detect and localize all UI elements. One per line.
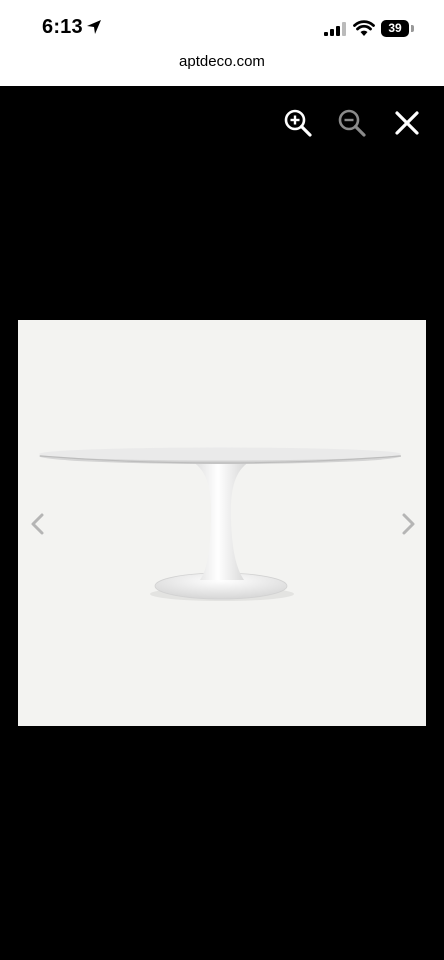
battery-indicator: 39 xyxy=(381,20,415,37)
battery-level: 39 xyxy=(388,21,402,35)
zoom-in-icon[interactable] xyxy=(283,108,313,138)
zoom-out-icon[interactable] xyxy=(337,108,367,138)
address-bar-url[interactable]: aptdeco.com xyxy=(0,53,444,70)
close-icon[interactable] xyxy=(392,108,422,138)
chevron-left-icon[interactable] xyxy=(28,511,48,537)
status-and-url-bar: 6:13 39 aptdeco.com xyxy=(0,0,444,86)
screen: 6:13 39 aptdeco.com xyxy=(0,0,444,960)
pedestal-table-illustration xyxy=(39,447,402,601)
chevron-right-icon[interactable] xyxy=(398,511,418,537)
cellular-signal-icon xyxy=(324,22,346,36)
status-time: 6:13 xyxy=(42,16,83,38)
product-image[interactable] xyxy=(18,320,426,726)
wifi-icon xyxy=(353,20,375,36)
location-arrow-icon xyxy=(87,20,101,34)
battery-tip xyxy=(411,25,414,32)
